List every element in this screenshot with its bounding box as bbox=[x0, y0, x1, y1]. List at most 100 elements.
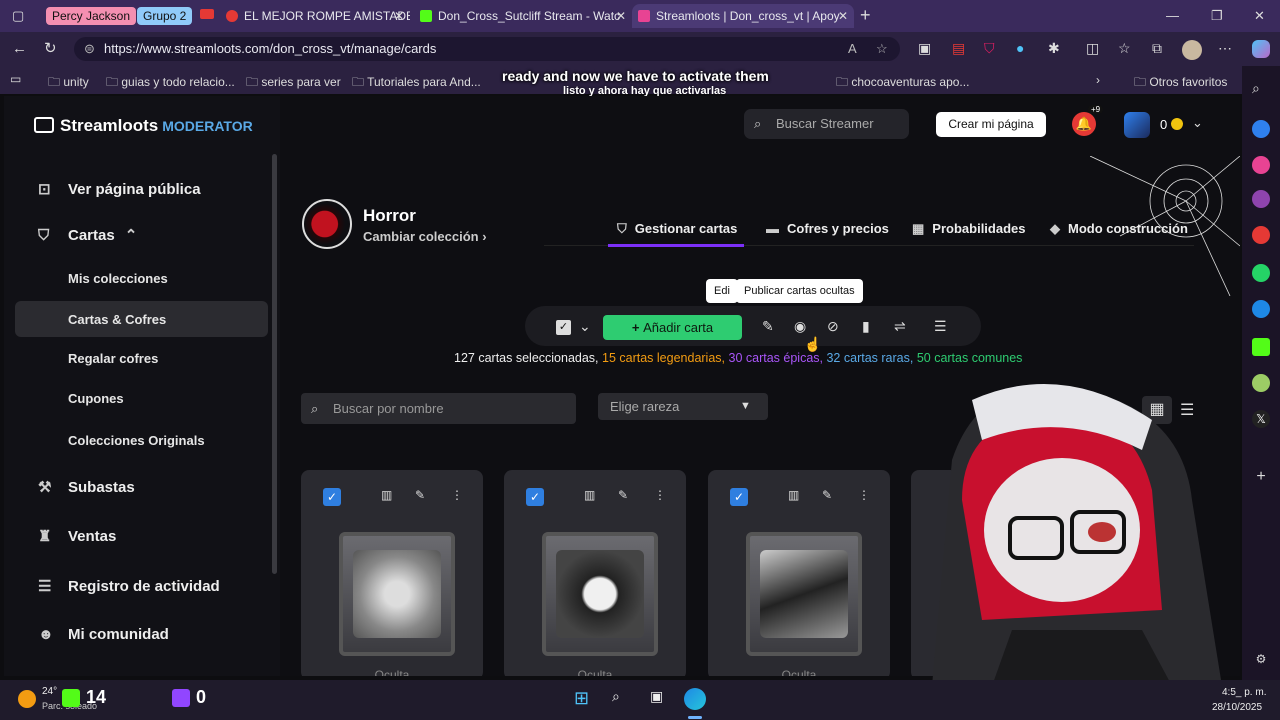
tab-group-percy-jackson[interactable]: Percy Jackson bbox=[46, 7, 137, 25]
close-icon[interactable]: ✕ bbox=[394, 4, 404, 28]
weather-icon[interactable] bbox=[18, 690, 36, 708]
tab-cofres-precios[interactable]: ▬ Cofres y precios bbox=[766, 221, 889, 236]
create-page-button[interactable]: Crear mi página bbox=[936, 112, 1046, 137]
stats-icon[interactable]: ▥ bbox=[381, 488, 392, 502]
bookmarks-overflow-icon[interactable]: › bbox=[1096, 73, 1100, 87]
sidebar-item-cartas-cofres[interactable]: Cartas & Cofres bbox=[68, 312, 166, 327]
tab-kick-stream[interactable]: Don_Cross_Sutcliff Stream - Watc ✕ bbox=[414, 4, 632, 28]
edit-pencil-icon[interactable]: ✎ bbox=[762, 318, 774, 335]
sidebar-item-comunidad[interactable]: ☻ Mi comunidad bbox=[38, 626, 169, 643]
sidebar-item-colecciones-originals[interactable]: Colecciones Originals bbox=[68, 433, 205, 448]
more-options-icon[interactable]: ⋮ bbox=[451, 488, 463, 502]
twitch-icon[interactable] bbox=[1252, 190, 1270, 208]
stats-icon[interactable]: ▥ bbox=[788, 488, 799, 502]
taskbar-search-icon[interactable]: ⌕ bbox=[612, 688, 620, 705]
url-field[interactable]: ⊜ https://www.streamloots.com/don_cross_… bbox=[74, 37, 900, 61]
edit-pencil-icon[interactable]: ✎ bbox=[822, 488, 832, 502]
split-screen-icon[interactable]: ◫ bbox=[1086, 40, 1099, 57]
streamer-search[interactable]: ⌕ Buscar Streamer bbox=[744, 109, 909, 139]
more-options-icon[interactable]: ⋮ bbox=[858, 488, 870, 502]
favorite-star-icon[interactable]: ☆ bbox=[876, 37, 888, 61]
bluesky-icon[interactable] bbox=[1252, 300, 1270, 318]
publish-eye-icon[interactable]: ◉ bbox=[794, 318, 806, 335]
card-checkbox[interactable]: ✓ bbox=[526, 488, 544, 506]
bookmark-tutoriales[interactable]: 🗀 Tutoriales para And... bbox=[352, 73, 481, 94]
sidebar-item-regalar-cofres[interactable]: Regalar cofres bbox=[68, 351, 158, 366]
tab-modo-construccion[interactable]: ◆ Modo construcción bbox=[1050, 221, 1188, 237]
sidebar-item-registro[interactable]: ☰ Registro de actividad bbox=[38, 577, 220, 595]
shield-extension-icon[interactable]: ⛉ bbox=[984, 40, 995, 57]
site-info-icon[interactable]: ⊜ bbox=[84, 37, 95, 61]
minimize-icon[interactable]: — bbox=[1166, 8, 1179, 23]
bookmark-chocoaventuras[interactable]: 🗀 chocoaventuras apo... bbox=[836, 73, 969, 94]
add-panel-icon[interactable]: + bbox=[1252, 468, 1270, 486]
tab-group-grupo-2[interactable]: Grupo 2 bbox=[137, 7, 193, 25]
stats-icon[interactable]: ▥ bbox=[584, 488, 595, 502]
app-icon[interactable] bbox=[1252, 374, 1270, 392]
change-collection-link[interactable]: Cambiar colección › bbox=[363, 229, 487, 244]
card-item[interactable]: ✓ ▥ ✎ ⋮ Oculta bbox=[708, 470, 890, 676]
x-icon[interactable]: 𝕏 bbox=[1252, 410, 1270, 428]
card-checkbox[interactable]: ✓ bbox=[730, 488, 748, 506]
card-name-search[interactable]: ⌕ Buscar por nombre bbox=[301, 393, 576, 424]
puzzle-icon[interactable]: ✱ bbox=[1048, 40, 1060, 57]
more-menu-icon[interactable]: ⋯ bbox=[1218, 40, 1232, 57]
bookmark-guias[interactable]: 🗀 guias y todo relacio... bbox=[106, 73, 235, 94]
vpn-extension-icon[interactable]: ● bbox=[1016, 40, 1024, 56]
bookmark-series[interactable]: 🗀 series para ver bbox=[246, 73, 341, 94]
refresh-icon[interactable]: ↻ bbox=[44, 39, 57, 57]
checklist-icon[interactable]: ☰ bbox=[934, 318, 947, 335]
close-icon[interactable]: ✕ bbox=[838, 4, 848, 28]
favorites-icon[interactable]: ☆ bbox=[1118, 40, 1131, 57]
add-card-button[interactable]: + Añadir carta bbox=[603, 315, 742, 340]
new-tab-icon[interactable]: + bbox=[860, 5, 871, 26]
tab-streamloots[interactable]: Streamloots | Don_cross_vt | Apoy ✕ bbox=[632, 4, 854, 28]
transfer-icon[interactable]: ⇌ bbox=[894, 318, 906, 335]
back-icon[interactable]: ← bbox=[12, 40, 27, 57]
card-item[interactable]: ✓ ▥ ✎ ⋮ Oculta bbox=[301, 470, 483, 676]
bookmark-unity[interactable]: 🗀 unity bbox=[48, 73, 89, 94]
hide-eye-slash-icon[interactable]: ⊘ bbox=[827, 318, 839, 335]
sidebar-item-mis-colecciones[interactable]: Mis colecciones bbox=[68, 271, 168, 286]
tab-rompe-amistades[interactable]: EL MEJOR ROMPE AMISTADE ✕ bbox=[220, 4, 410, 28]
copilot-icon[interactable] bbox=[1252, 40, 1270, 58]
sidebar-item-cartas[interactable]: ⛉ Cartas ⌃ bbox=[38, 226, 137, 244]
sidebar-item-cupones[interactable]: Cupones bbox=[68, 391, 124, 406]
whatsapp-icon[interactable] bbox=[1252, 264, 1270, 282]
kick-icon[interactable] bbox=[1252, 338, 1270, 356]
profile-avatar[interactable] bbox=[1182, 40, 1202, 60]
youtube-icon[interactable] bbox=[200, 9, 214, 19]
youtube-music-icon[interactable] bbox=[1252, 226, 1270, 244]
delete-trash-icon[interactable]: ▮ bbox=[862, 318, 870, 335]
edit-pencil-icon[interactable]: ✎ bbox=[618, 488, 628, 502]
bookmark-toggle-icon[interactable]: ▭ bbox=[10, 72, 21, 86]
tab-probabilidades[interactable]: ▦ Probabilidades bbox=[912, 221, 1026, 237]
user-avatar[interactable] bbox=[1124, 112, 1150, 138]
card-item[interactable]: ✓ ▥ ✎ ⋮ Oculta bbox=[504, 470, 686, 676]
sidebar-item-ver-pagina[interactable]: ⊡ Ver página pública bbox=[38, 180, 201, 198]
select-chevron-down-icon[interactable]: ⌄ bbox=[579, 318, 591, 335]
instagram-icon[interactable] bbox=[1252, 156, 1270, 174]
brand-logo[interactable]: Streamloots MODERATOR bbox=[34, 116, 253, 136]
card-checkbox[interactable]: ✓ bbox=[323, 488, 341, 506]
sidebar-scrollbar[interactable] bbox=[272, 154, 277, 574]
settings-icon[interactable]: ⚙ bbox=[1252, 650, 1270, 668]
tab-actions-icon[interactable]: ▢ bbox=[12, 8, 24, 24]
window-close-icon[interactable]: ✕ bbox=[1254, 8, 1265, 24]
calendar-extension-icon[interactable]: ▤ bbox=[952, 40, 965, 57]
edge-app-icon[interactable] bbox=[1252, 120, 1270, 138]
select-all-checkbox[interactable]: ✓ bbox=[556, 320, 571, 335]
search-icon[interactable]: ⌕ bbox=[1252, 80, 1260, 97]
windows-start-icon[interactable]: ⊞ bbox=[574, 688, 589, 709]
bell-icon[interactable]: 🔔 bbox=[1072, 112, 1096, 136]
maximize-icon[interactable]: ❐ bbox=[1211, 8, 1223, 24]
edge-browser-icon[interactable] bbox=[684, 688, 706, 710]
more-options-icon[interactable]: ⋮ bbox=[654, 488, 666, 502]
read-aloud-icon[interactable]: A bbox=[848, 37, 857, 61]
account-chevron-down-icon[interactable]: ⌄ bbox=[1192, 115, 1203, 131]
rarity-select[interactable]: Elige rareza ▼ bbox=[598, 393, 768, 420]
collections-icon[interactable]: ⧉ bbox=[1152, 40, 1162, 57]
task-view-icon[interactable]: ▣ bbox=[650, 688, 663, 705]
edit-pencil-icon[interactable]: ✎ bbox=[415, 488, 425, 502]
close-icon[interactable]: ✕ bbox=[616, 4, 626, 28]
